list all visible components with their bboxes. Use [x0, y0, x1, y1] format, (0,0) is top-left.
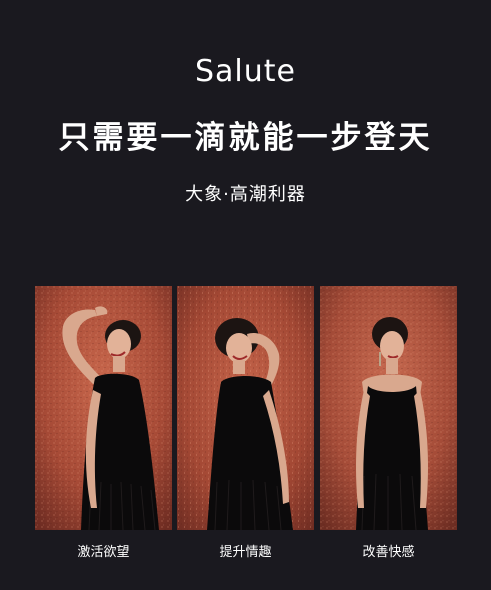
photo-panel-3 [320, 286, 457, 530]
caption-activate-desire: 激活欲望 [77, 545, 130, 560]
photo-panel-1 [35, 286, 172, 530]
caption-enhance-romance: 提升情趣 [219, 545, 272, 560]
brand-title: Salute [195, 54, 296, 89]
woman-arm-raised-photo [35, 286, 172, 530]
headline: 只需要一滴就能一步登天 [58, 120, 433, 156]
subline: 大象·高潮利器 [185, 184, 306, 205]
photo-panels [35, 286, 457, 530]
caption-improve-pleasure: 改善快感 [362, 545, 415, 560]
woman-standing-photo [320, 286, 457, 530]
woman-hand-on-head-photo [177, 286, 314, 530]
photo-panel-2 [177, 286, 314, 530]
